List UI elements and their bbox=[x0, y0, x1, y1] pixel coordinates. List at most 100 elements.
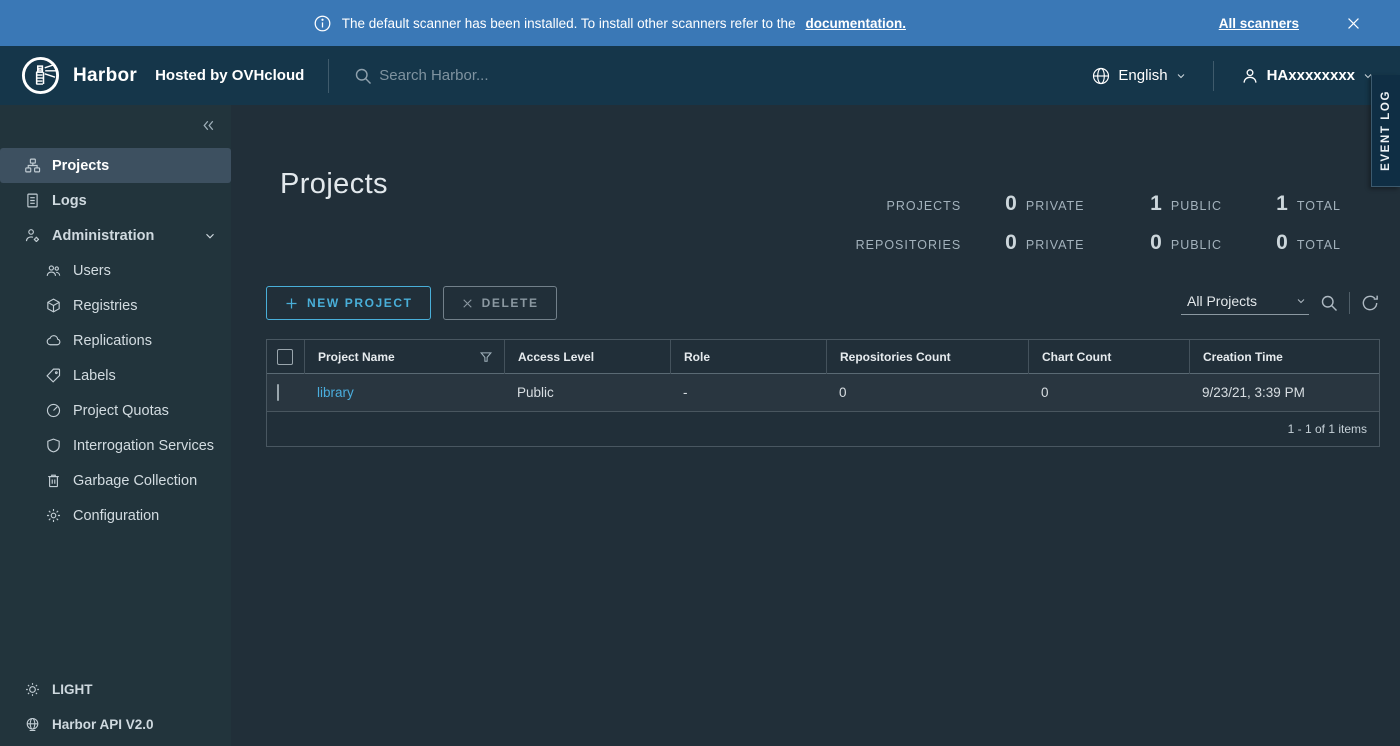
filter-icon[interactable] bbox=[480, 351, 492, 363]
pagination-summary: 1 - 1 of 1 items bbox=[1288, 422, 1367, 436]
search-input[interactable] bbox=[379, 67, 599, 84]
toolbar-divider bbox=[1349, 292, 1350, 314]
all-scanners-link[interactable]: All scanners bbox=[1219, 16, 1299, 31]
sidebar-item-label: Interrogation Services bbox=[73, 438, 214, 454]
trash-icon bbox=[45, 472, 62, 489]
access-level-cell: Public bbox=[504, 385, 670, 400]
filter-value: All Projects bbox=[1187, 293, 1257, 309]
harbor-logo-icon bbox=[20, 55, 61, 96]
api-globe-icon bbox=[24, 716, 41, 733]
stat-unit: PUBLIC bbox=[1171, 199, 1222, 213]
stat-value: 1 bbox=[1150, 192, 1162, 216]
theme-toggle-light[interactable]: LIGHT bbox=[0, 672, 231, 707]
brand-title: Harbor bbox=[73, 65, 137, 87]
table-search-icon[interactable] bbox=[1319, 293, 1339, 313]
repositories-count-cell: 0 bbox=[826, 385, 1028, 400]
chart-count-cell: 0 bbox=[1028, 385, 1189, 400]
hosted-by-label: Hosted by OVHcloud bbox=[155, 67, 304, 84]
plus-icon bbox=[284, 296, 299, 311]
chevron-down-icon bbox=[203, 229, 217, 243]
sidebar-item-project-quotas[interactable]: Project Quotas bbox=[0, 393, 231, 428]
alert-content: The default scanner has been installed. … bbox=[0, 14, 1219, 33]
sidebar-item-harbor-api[interactable]: Harbor API V2.0 bbox=[0, 707, 231, 742]
project-link[interactable]: library bbox=[317, 385, 354, 400]
sidebar-item-registries[interactable]: Registries bbox=[0, 288, 231, 323]
stat-value: 0 bbox=[1005, 231, 1017, 255]
sun-icon bbox=[24, 681, 41, 698]
sidebar-item-logs[interactable]: Logs bbox=[0, 183, 231, 218]
stat-value: 0 bbox=[1276, 231, 1288, 255]
table-header-row: Project Name Access Level Role Repositor… bbox=[267, 340, 1379, 374]
sidebar-item-label: Projects bbox=[52, 158, 109, 174]
capacity-icon bbox=[45, 402, 62, 419]
stat-value: 0 bbox=[1005, 192, 1017, 216]
sidebar-item-label: Configuration bbox=[73, 508, 159, 524]
project-filter-select[interactable]: All Projects bbox=[1181, 291, 1309, 315]
chevron-down-icon bbox=[1175, 70, 1187, 82]
info-icon bbox=[313, 14, 332, 33]
sidebar-item-label: Labels bbox=[73, 368, 116, 384]
user-icon bbox=[1240, 66, 1260, 86]
sidebar-item-labels[interactable]: Labels bbox=[0, 358, 231, 393]
alert-message: The default scanner has been installed. … bbox=[342, 16, 796, 31]
sidebar-item-label: Logs bbox=[52, 193, 87, 209]
column-header-creation-time: Creation Time bbox=[1189, 340, 1379, 374]
documentation-link[interactable]: documentation. bbox=[805, 16, 906, 31]
sidebar-item-replications[interactable]: Replications bbox=[0, 323, 231, 358]
globe-icon bbox=[1091, 66, 1111, 86]
delete-label: DELETE bbox=[482, 296, 539, 310]
stat-unit: TOTAL bbox=[1297, 238, 1341, 252]
column-header-chart-count: Chart Count bbox=[1028, 340, 1189, 374]
sidebar-item-interrogation-services[interactable]: Interrogation Services bbox=[0, 428, 231, 463]
column-header-access-level: Access Level bbox=[504, 340, 670, 374]
event-log-label: EVENT LOG bbox=[1380, 90, 1392, 171]
shield-icon bbox=[45, 437, 62, 454]
sidebar-collapse-button[interactable] bbox=[0, 113, 231, 134]
table-row: library Public - 0 0 9/23/21, 3:39 PM bbox=[267, 374, 1379, 412]
sidebar-item-label: Replications bbox=[73, 333, 152, 349]
stat-unit: PRIVATE bbox=[1026, 199, 1085, 213]
stat-unit: TOTAL bbox=[1297, 199, 1341, 213]
refresh-icon[interactable] bbox=[1360, 293, 1380, 313]
column-header-repositories-count: Repositories Count bbox=[826, 340, 1028, 374]
global-search bbox=[353, 66, 599, 86]
event-log-tab[interactable]: EVENT LOG bbox=[1371, 75, 1400, 187]
x-icon bbox=[461, 297, 474, 310]
projects-table: Project Name Access Level Role Repositor… bbox=[266, 339, 1380, 447]
row-checkbox[interactable] bbox=[277, 384, 279, 401]
new-project-button[interactable]: NEW PROJECT bbox=[266, 286, 431, 320]
column-header-role: Role bbox=[670, 340, 826, 374]
sidebar-item-label: Users bbox=[73, 263, 111, 279]
language-menu[interactable]: English bbox=[1091, 66, 1186, 86]
stat-value: 1 bbox=[1276, 192, 1288, 216]
table-footer: 1 - 1 of 1 items bbox=[267, 412, 1379, 446]
sidebar-item-projects[interactable]: Projects bbox=[0, 148, 231, 183]
search-icon bbox=[353, 66, 373, 86]
sidebar-item-administration[interactable]: Administration bbox=[0, 218, 231, 253]
admin-user-icon bbox=[24, 227, 41, 244]
sidebar-item-label: Administration bbox=[52, 228, 154, 244]
user-menu[interactable]: HAxxxxxxxx bbox=[1240, 66, 1374, 86]
sidebar-item-users[interactable]: Users bbox=[0, 253, 231, 288]
sidebar-item-label: Project Quotas bbox=[73, 403, 169, 419]
projects-toolbar: NEW PROJECT DELETE All Projects bbox=[266, 286, 1380, 320]
summary-stats: PROJECTS 0PRIVATE 1PUBLIC 1TOTAL REPOSIT… bbox=[856, 192, 1341, 255]
document-icon bbox=[24, 192, 41, 209]
column-header-project-name: Project Name bbox=[304, 340, 504, 374]
delete-button[interactable]: DELETE bbox=[443, 286, 557, 320]
sidebar-item-garbage-collection[interactable]: Garbage Collection bbox=[0, 463, 231, 498]
select-all-checkbox[interactable] bbox=[277, 349, 293, 365]
role-cell: - bbox=[670, 385, 826, 400]
new-project-label: NEW PROJECT bbox=[307, 296, 413, 310]
sidebar-item-configuration[interactable]: Configuration bbox=[0, 498, 231, 533]
sidebar: Projects Logs Administration bbox=[0, 105, 231, 746]
stat-unit: PUBLIC bbox=[1171, 238, 1222, 252]
close-icon[interactable] bbox=[1345, 15, 1362, 32]
sidebar-item-label: Registries bbox=[73, 298, 137, 314]
username-label: HAxxxxxxxx bbox=[1267, 67, 1355, 84]
gear-icon bbox=[45, 507, 62, 524]
stat-row-label: REPOSITORIES bbox=[856, 238, 1006, 252]
cube-icon bbox=[45, 297, 62, 314]
header-divider bbox=[328, 59, 329, 93]
sidebar-item-label: LIGHT bbox=[52, 682, 93, 697]
